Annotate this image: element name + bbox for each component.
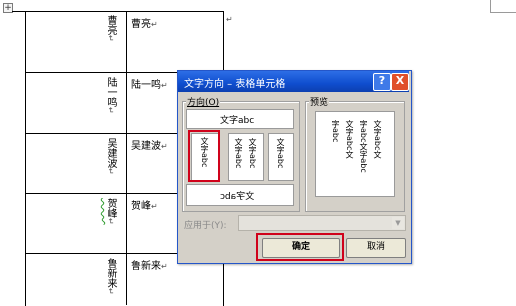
ok-button-highlight: [256, 233, 344, 261]
cancel-button[interactable]: 取消: [346, 238, 406, 258]
table-top-border-extension: [12, 11, 26, 12]
preview-group-label: 预览: [309, 95, 330, 108]
page-margin-marker: [490, 12, 516, 13]
preview-line: 文字abc文: [345, 120, 354, 159]
table-cell-name[interactable]: 吴建波↵: [131, 137, 168, 152]
close-button[interactable]: X: [391, 73, 409, 91]
row-end-mark: ↵: [226, 15, 233, 24]
direction-option-vertical-left[interactable]: 文字abc: [268, 133, 294, 181]
apply-to-label: 应用于(Y):: [184, 221, 227, 231]
table-cell-vertical-name[interactable]: 陆一鸣↵: [105, 77, 116, 114]
option-label: 文字abc: [220, 192, 255, 202]
chevron-down-icon: ▼: [392, 217, 404, 229]
direction-option-stacked[interactable]: 文字abc 文字abc: [228, 133, 264, 181]
table-cell-vertical-name[interactable]: 鲁新来↵: [105, 258, 116, 295]
preview-line: 字abc: [331, 120, 340, 143]
option-label: 文字abc: [276, 138, 285, 169]
dialog-titlebar[interactable]: 文字方向 – 表格单元格 ? X: [178, 71, 409, 92]
text-direction-dialog: 文字方向 – 表格单元格 ? X 方向(O) 文字abc 文字abc 文字abc…: [177, 70, 412, 264]
option-label: 文字abc: [220, 116, 255, 126]
option-label: 文字abc: [248, 138, 257, 169]
direction-option-rotated[interactable]: 文字abc: [186, 184, 294, 206]
table-cell-vertical-name[interactable]: 曹亮↵: [105, 15, 116, 42]
help-button[interactable]: ?: [373, 73, 391, 91]
preview-line: 字abc文字abc: [359, 120, 368, 173]
preview-line: 文字abc文: [373, 120, 382, 159]
direction-option-horizontal[interactable]: 文字abc: [186, 109, 294, 129]
preview-pane: 文字abc文 字abc文字abc 文字abc文 字abc: [315, 111, 395, 197]
option-label: 文字abc: [234, 138, 243, 169]
table-cell-name[interactable]: 曹亮↵: [131, 15, 158, 30]
table-column-divider: [126, 11, 127, 305]
table-cell-vertical-name[interactable]: 吴建波↵: [105, 138, 116, 175]
table-cell-name[interactable]: 鲁新来↵: [131, 257, 168, 272]
table-cell-vertical-name[interactable]: 贺峰↵: [105, 198, 116, 225]
selected-option-highlight: [188, 130, 220, 182]
table-cell-name[interactable]: 陆一鸣↵: [131, 76, 168, 91]
apply-to-select[interactable]: ▼: [238, 215, 406, 231]
table-cell-name[interactable]: 贺峰↵: [131, 197, 158, 212]
direction-group-label: 方向(O): [186, 95, 221, 108]
dialog-title: 文字方向 – 表格单元格: [184, 79, 286, 90]
page-margin-marker: [490, 0, 491, 12]
